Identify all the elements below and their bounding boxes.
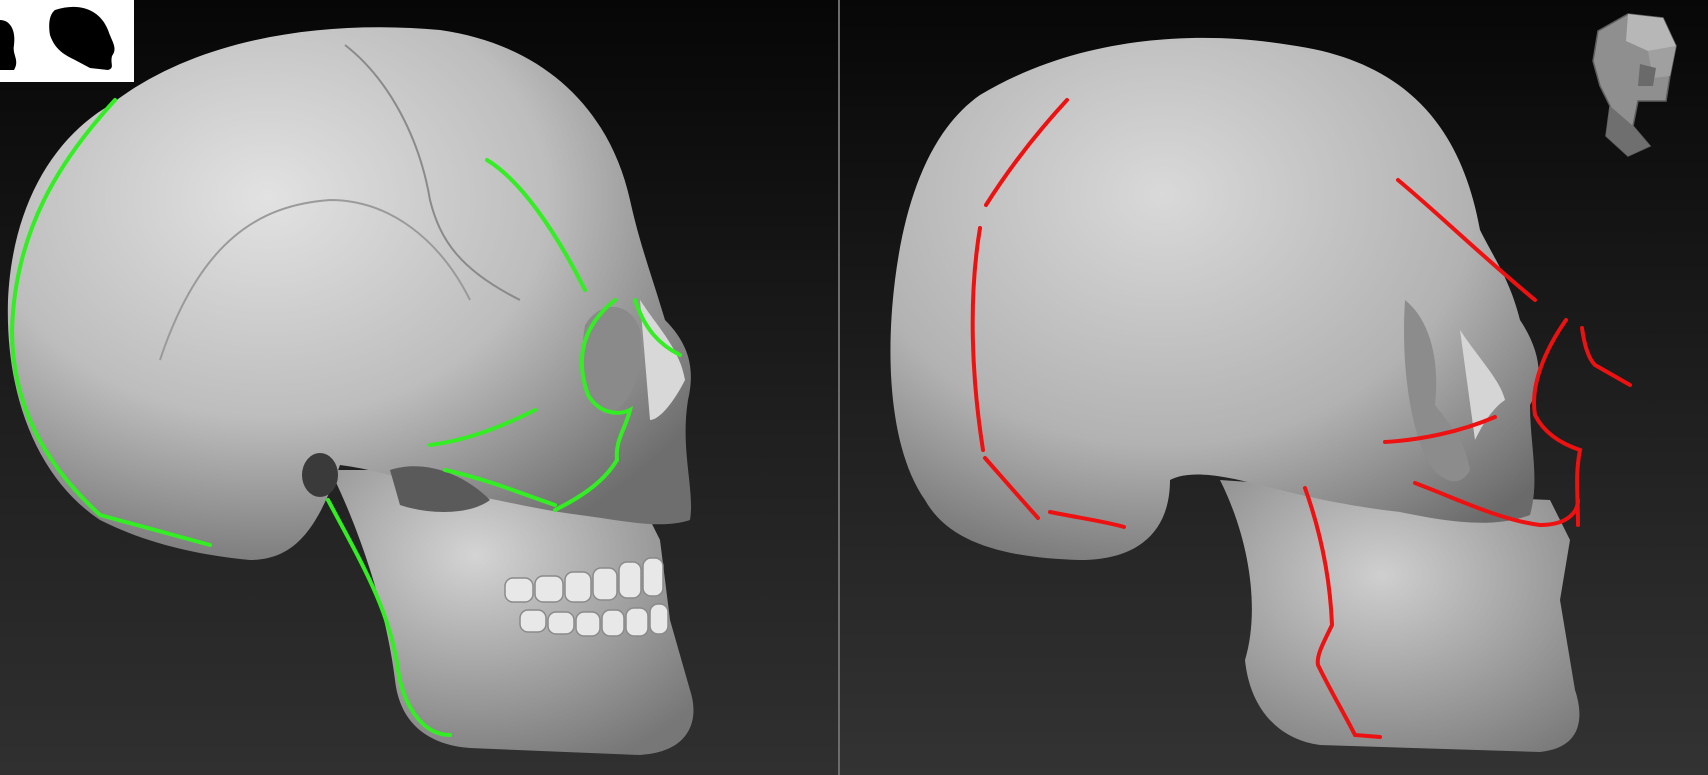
zbrush-canvas [0, 0, 1708, 775]
head-navigation-icon[interactable] [1578, 6, 1688, 161]
reference-skull-drawing [7, 27, 694, 755]
ear-canal [302, 453, 338, 497]
sculpt-cranium [890, 37, 1539, 560]
reference-viewport[interactable] [0, 0, 838, 775]
head-silhouette-icon [0, 6, 115, 71]
silhouette-thumbnail[interactable] [0, 0, 134, 82]
sculpt-viewport[interactable] [840, 0, 1708, 775]
guide-orbit [1532, 318, 1583, 527]
guide-nasal [1580, 326, 1632, 387]
